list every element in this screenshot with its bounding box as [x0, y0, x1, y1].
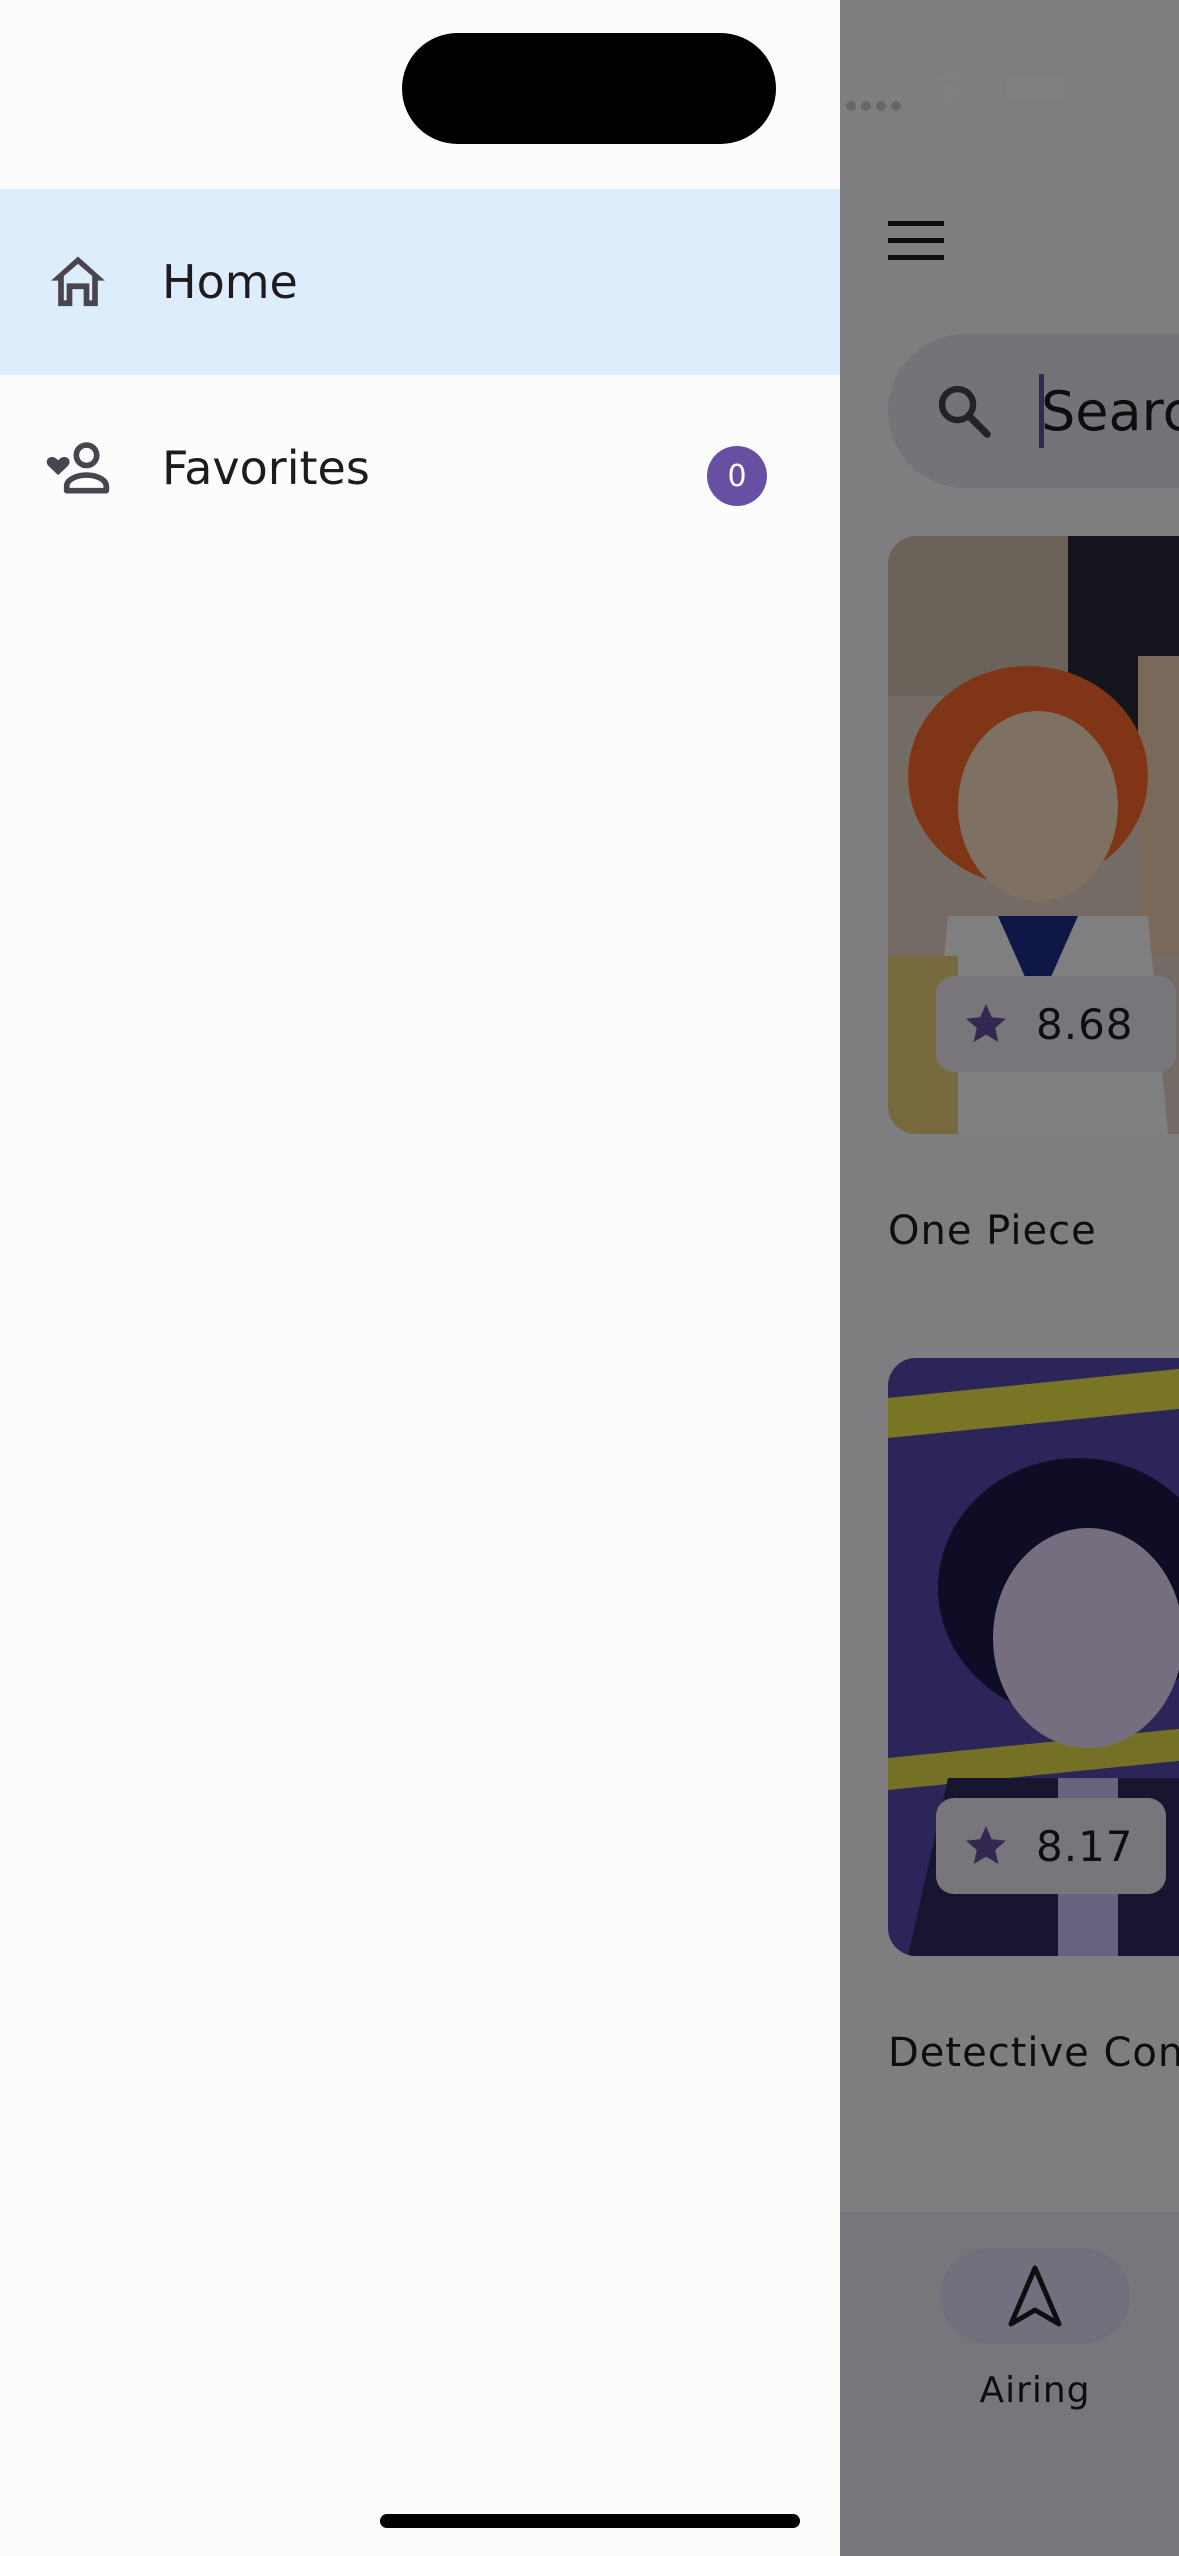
favorites-count-badge: 0 — [707, 446, 767, 506]
drawer-item-label: Home — [162, 255, 298, 309]
home-icon — [51, 256, 105, 307]
drawer-item-favorites[interactable]: Favorites 0 — [0, 375, 840, 561]
navigation-drawer: Home Favorites 0 — [0, 0, 840, 2556]
favorites-person-icon — [46, 442, 110, 494]
home-indicator — [380, 2514, 800, 2528]
drawer-item-home[interactable]: Home — [0, 189, 840, 375]
drawer-item-label: Favorites — [162, 441, 370, 495]
dynamic-island — [402, 33, 776, 144]
